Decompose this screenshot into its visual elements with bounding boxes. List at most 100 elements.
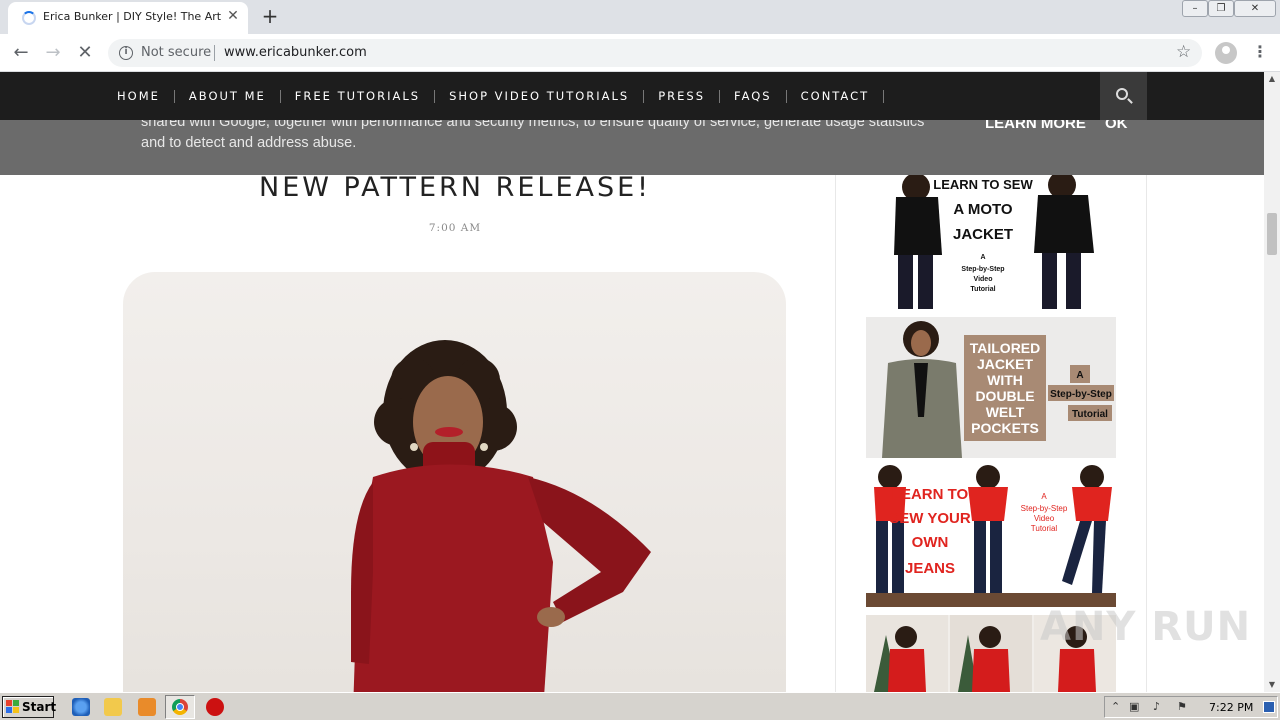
tab-title: Erica Bunker | DIY Style! The Art of Cus… [43,10,221,23]
ad-headline-text: LEARN TO [892,486,969,503]
search-icon [1116,88,1128,100]
restore-button[interactable]: ❐ [1208,0,1234,17]
browser-tab-strip: Erica Bunker | DIY Style! The Art of Cus… [0,0,1280,34]
network-icon[interactable]: ▣ [1129,700,1139,713]
ad-headline-text: OWN [912,534,949,551]
tab-close-icon[interactable]: ✕ [224,7,242,25]
site-navigation: HOME ABOUT ME FREE TUTORIALS SHOP VIDEO TUT… [0,72,1264,120]
ad-headline-text: JACKET [977,356,1033,372]
stop-loading-icon[interactable]: ✕ [72,40,98,66]
profile-avatar-icon[interactable] [1215,42,1237,64]
nav-item-press[interactable]: PRESS [658,89,734,103]
nav-separator [785,89,787,103]
ad-headline-text: DOUBLE [975,388,1034,404]
not-secure-label[interactable]: Not secure [141,45,211,60]
clock[interactable]: 7:22 PM [1209,701,1253,714]
nav-item-label: HOME [117,89,160,103]
nav-item-label: FAQS [734,89,772,103]
nav-item-home[interactable]: HOME [117,89,189,103]
ad-subtitle-text: Video [1034,514,1055,523]
post-time: 7:00 AM [428,222,482,234]
nav-item-contact[interactable]: CONTACT [801,89,899,103]
cookie-banner: shared with Google, together with perfor… [0,120,1264,175]
cookie-ok-button[interactable]: OK [1105,120,1128,132]
close-window-button[interactable]: ✕ [1234,0,1276,17]
ad-subtitle-text: Tutorial [1031,524,1058,533]
nav-item-faqs[interactable]: FAQS [734,89,801,103]
nav-item-label: CONTACT [800,89,870,103]
back-arrow-icon[interactable]: ← [8,40,34,66]
ad-tailored-jacket[interactable]: TAILORED JACKET WITH DOUBLE WELT POCKETS… [866,317,1116,458]
ad-subtitle-text: Tutorial [1072,409,1108,420]
system-tray: ⌃ ▣ ♪ ⚑ 7:22 PM [1104,696,1278,718]
folder-icon[interactable] [104,698,122,716]
nav-item-about-me[interactable]: ABOUT ME [189,89,295,103]
ad-headline-text: LEARN TO SEW [933,177,1033,192]
forward-arrow-icon[interactable]: → [40,40,66,66]
ad-subtitle-text: A [980,254,985,261]
ad-jeans[interactable]: LEARN TO SEW YOUR OWN JEANS A Step-by-St… [866,465,1116,607]
taskbar-chrome-button[interactable] [165,695,195,719]
scroll-down-arrow-icon[interactable]: ▼ [1264,678,1280,692]
ad-headline-text: TAILORED [970,340,1041,356]
nav-separator [173,89,175,103]
bookmark-star-icon[interactable]: ☆ [1176,42,1191,62]
nav-item-label: SHOP VIDEO TUTORIALS [449,89,630,103]
chrome-icon [172,699,188,715]
nav-separator [434,89,436,103]
ad-headline-text: JACKET [953,226,1013,243]
start-button[interactable]: Start [2,696,57,718]
ad-moto-jacket[interactable]: LEARN TO SEW A MOTO JACKET A Step-by-Ste… [866,175,1116,309]
ad-subtitle-text: Step-by-Step [1021,504,1068,513]
menu-kebab-icon[interactable]: ⋮ [1252,42,1268,61]
loading-spinner-icon [22,11,36,25]
nav-separator [883,89,885,103]
cookie-text: shared with Google, together with perfor… [141,120,925,151]
start-label: Start [22,700,57,714]
ad-headline-text: A MOTO [953,201,1012,218]
ad-subtitle-text: Tutorial [970,286,995,293]
scrollbar-thumb[interactable] [1267,213,1277,255]
anyrun-watermark: ANY RUN [1040,604,1252,650]
url-text[interactable]: www.ericabunker.com [224,45,367,60]
page-viewport: HOME ABOUT ME FREE TUTORIALS SHOP VIDEO TUT… [0,72,1264,692]
info-icon[interactable]: i [119,46,133,60]
browser-tab[interactable]: Erica Bunker | DIY Style! The Art of Cus… [8,2,248,34]
nav-separator [643,89,645,103]
internet-explorer-icon[interactable] [72,698,90,716]
flag-icon[interactable]: ⚑ [1177,700,1187,713]
minimize-button[interactable]: – [1182,0,1208,17]
post-title[interactable]: NEW PATTERN RELEASE! [124,172,786,203]
ad-subtitle-text: Video [974,276,993,283]
nav-item-label: PRESS [658,89,706,103]
volume-icon[interactable]: ♪ [1153,700,1160,713]
ad-headline-text: WELT [986,404,1025,420]
windows-taskbar: Start ⌃ ▣ ♪ ⚑ 7:22 PM [0,692,1280,720]
ad-headline-text: JEANS [905,560,955,577]
nav-separator [719,89,721,103]
nav-item-label: FREE TUTORIALS [294,89,421,103]
nav-item-free-tutorials[interactable]: FREE TUTORIALS [295,89,449,103]
address-bar[interactable]: i Not secure www.ericabunker.com ☆ [108,39,1202,67]
omnibox-separator [214,45,215,61]
windows-logo-icon [6,700,19,713]
show-desktop-icon[interactable] [1263,701,1275,713]
sidebar-divider [835,175,836,692]
ad-subtitle-text: Step-by-Step [1050,389,1112,400]
opera-icon[interactable] [206,698,224,716]
ad-headline-text: POCKETS [971,420,1039,436]
nav-item-shop-video-tutorials[interactable]: SHOP VIDEO TUTORIALS [449,89,658,103]
scroll-up-arrow-icon[interactable]: ▲ [1264,72,1280,86]
site-search-button[interactable] [1100,72,1147,120]
post-featured-image[interactable] [123,272,786,692]
cookie-learn-more-link[interactable]: LEARN MORE [985,120,1086,132]
new-tab-button[interactable]: + [259,5,281,27]
nav-item-label: ABOUT ME [188,89,266,103]
ad-subtitle-text: A [1076,370,1083,381]
ad-headline-text: SEW YOUR [889,510,971,527]
browser-toolbar: ← → ✕ i Not secure www.ericabunker.com ☆… [0,34,1280,72]
page-scrollbar[interactable]: ▲ ▼ [1264,72,1280,692]
media-player-icon[interactable] [138,698,156,716]
ad-headline-text: WITH [987,372,1023,388]
tray-expand-icon[interactable]: ⌃ [1111,700,1120,713]
